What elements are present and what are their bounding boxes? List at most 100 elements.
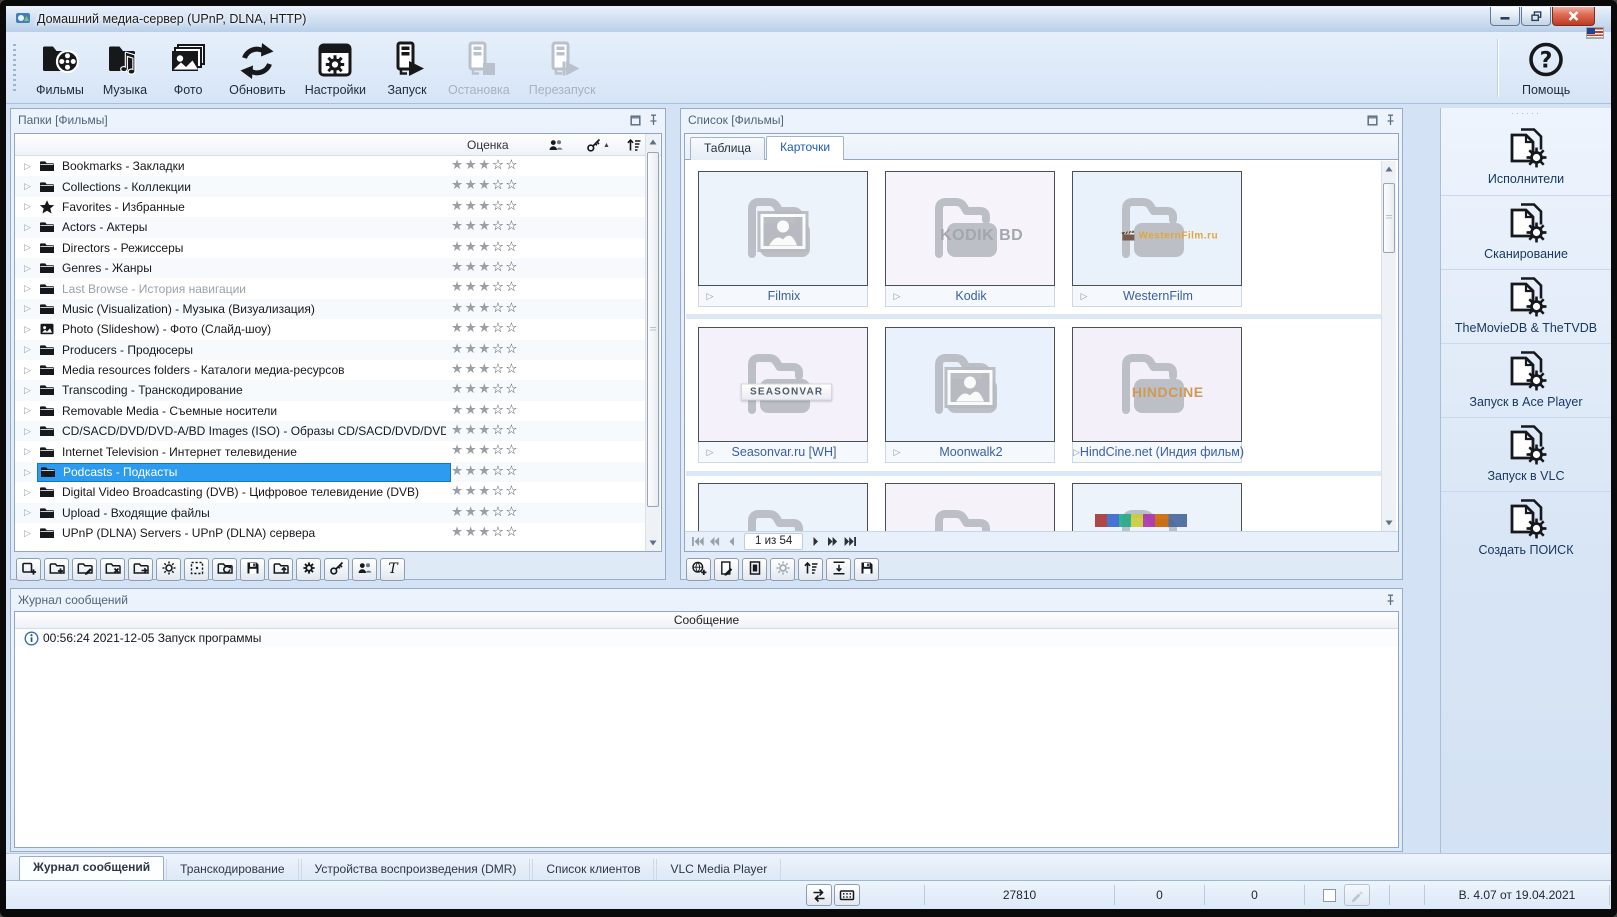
expand-arrow-icon[interactable]: ▷: [18, 263, 37, 274]
media-card[interactable]: ▷Moonwalk2: [885, 327, 1055, 463]
folders-save-button[interactable]: [240, 558, 265, 581]
folder-tree-item[interactable]: ▷ Removable Media - Съемные носители ★★★…: [15, 401, 646, 421]
list-align-button[interactable]: [826, 558, 851, 581]
list-edit-button[interactable]: [714, 558, 739, 581]
folders-list-header[interactable]: Оценка ▲: [15, 134, 661, 156]
rating-stars[interactable]: ★★★☆☆: [451, 157, 519, 173]
list-tab-1[interactable]: Карточки: [766, 136, 844, 160]
expand-arrow-icon[interactable]: ▷: [18, 487, 37, 498]
bottom-tab-3[interactable]: Список клиентов: [532, 859, 654, 880]
folders-folder-move-button[interactable]: [128, 558, 153, 581]
folder-tree-item[interactable]: ▷ CD/SACD/DVD/DVD-A/BD Images (ISO) - Об…: [15, 421, 646, 441]
log-row[interactable]: 00:56:24 2021-12-05 Запуск программы: [15, 629, 1398, 647]
bottom-tab-1[interactable]: Транскодирование: [166, 859, 298, 880]
card-expand-arrow-icon[interactable]: ▷: [886, 291, 908, 302]
expand-arrow-icon[interactable]: ▷: [18, 161, 37, 172]
pin-icon[interactable]: [648, 114, 659, 126]
rating-stars[interactable]: ★★★☆☆: [451, 422, 519, 438]
rating-stars[interactable]: ★★★☆☆: [451, 442, 519, 458]
toolbar-button-server-start[interactable]: Запуск: [377, 35, 437, 99]
folder-tree-item[interactable]: ▷ Transcoding - Транскодирование ★★★☆☆: [15, 380, 646, 400]
scroll-thumb[interactable]: [647, 152, 659, 507]
rating-stars[interactable]: ★★★☆☆: [451, 279, 519, 295]
expand-arrow-icon[interactable]: ▷: [18, 426, 37, 437]
toolbar-button-photo-stack[interactable]: Фото: [158, 35, 218, 99]
folders-folder-remove-button[interactable]: [100, 558, 125, 581]
folder-tree-item[interactable]: ▷ Digital Video Broadcasting (DVB) - Циф…: [15, 482, 646, 502]
cards-scrollbar[interactable]: [1381, 161, 1396, 531]
media-card-partial[interactable]: [698, 483, 868, 533]
folder-tree-item[interactable]: ▷ Podcasts - Подкасты ★★★☆☆: [15, 462, 646, 482]
rating-stars[interactable]: ★★★☆☆: [451, 381, 519, 397]
rating-stars[interactable]: ★★★☆☆: [451, 463, 519, 479]
folders-settings-gear-button[interactable]: [296, 558, 321, 581]
maximize-panel-icon[interactable]: [1367, 115, 1378, 126]
media-card[interactable]: ▷Filmix: [698, 171, 868, 307]
toolbar-grip[interactable]: [13, 44, 16, 92]
list-tab-0[interactable]: Таблица: [690, 137, 765, 160]
page-next-button[interactable]: [807, 534, 824, 550]
expand-arrow-icon[interactable]: ▷: [18, 507, 37, 518]
sidebar-drag-handle[interactable]: ······: [1441, 108, 1611, 121]
folders-font-button[interactable]: T: [380, 558, 405, 581]
expand-arrow-icon[interactable]: ▷: [18, 528, 37, 539]
media-card[interactable]: WesternFilm.ru ▷WesternFilm: [1072, 171, 1242, 307]
folder-tree-item[interactable]: ▷ Favorites - Избранные ★★★☆☆: [15, 197, 646, 217]
list-page-button[interactable]: [742, 558, 767, 581]
pin-icon[interactable]: [1385, 594, 1396, 606]
folder-tree-item[interactable]: ▷ Directors - Режиссеры ★★★☆☆: [15, 238, 646, 258]
minimize-button[interactable]: [1490, 7, 1520, 26]
rating-stars[interactable]: ★★★☆☆: [451, 239, 519, 255]
scroll-up-button[interactable]: [1382, 162, 1396, 176]
expand-arrow-icon[interactable]: ▷: [18, 181, 37, 192]
expand-arrow-icon[interactable]: ▷: [18, 344, 37, 355]
media-card[interactable]: HINDCINE ▷HindCine.net (Индия фильм): [1072, 327, 1242, 463]
sidebar-action-1[interactable]: Сканирование: [1441, 195, 1611, 269]
expand-arrow-icon[interactable]: ▷: [18, 365, 37, 376]
message-column-header[interactable]: Сообщение: [15, 612, 1398, 629]
remote-keypad-button[interactable]: [834, 884, 860, 906]
media-card-partial[interactable]: [885, 483, 1055, 533]
pin-icon[interactable]: [1385, 114, 1396, 126]
expand-arrow-icon[interactable]: ▷: [18, 283, 37, 294]
expand-arrow-icon[interactable]: ▷: [18, 446, 37, 457]
folder-tree-item[interactable]: ▷ Actors - Актеры ★★★☆☆: [15, 217, 646, 237]
folder-tree-item[interactable]: ▷ Last Browse - История навигации ★★★☆☆: [15, 278, 646, 298]
toolbar-button-films-folder[interactable]: Фильмы: [28, 35, 92, 99]
rating-stars[interactable]: ★★★☆☆: [451, 259, 519, 275]
list-web-add-button[interactable]: [686, 558, 711, 581]
bottom-tab-0[interactable]: Журнал сообщений: [19, 856, 164, 880]
rating-stars[interactable]: ★★★☆☆: [451, 504, 519, 520]
list-save-button[interactable]: [854, 558, 879, 581]
folders-selection-button[interactable]: [184, 558, 209, 581]
close-button[interactable]: [1552, 7, 1595, 26]
expand-arrow-icon[interactable]: ▷: [18, 242, 37, 253]
rating-stars[interactable]: ★★★☆☆: [451, 198, 519, 214]
sidebar-action-3[interactable]: Запуск в Ace Player: [1441, 343, 1611, 417]
rating-stars[interactable]: ★★★☆☆: [451, 177, 519, 193]
scroll-down-button[interactable]: [1382, 516, 1396, 530]
media-card-partial[interactable]: [1072, 483, 1242, 533]
folder-tree-item[interactable]: ▷ Photo (Slideshow) - Фото (Слайд-шоу) ★…: [15, 319, 646, 339]
rating-stars[interactable]: ★★★☆☆: [451, 402, 519, 418]
media-card[interactable]: KODIK BD ▷Kodik: [885, 171, 1055, 307]
folders-scrollbar[interactable]: [645, 134, 660, 551]
folders-folder-refresh-button[interactable]: [212, 558, 237, 581]
maximize-panel-icon[interactable]: [630, 115, 641, 126]
card-expand-arrow-icon[interactable]: ▷: [699, 447, 721, 458]
folder-tree-item[interactable]: ▷ Music (Visualization) - Музыка (Визуал…: [15, 299, 646, 319]
sidebar-action-4[interactable]: Запуск в VLC: [1441, 417, 1611, 491]
list-brightness-button[interactable]: [770, 558, 795, 581]
sidebar-action-0[interactable]: Исполнители: [1441, 121, 1611, 195]
users-filter-icon[interactable]: [548, 137, 564, 153]
folders-folder-add-button[interactable]: [44, 558, 69, 581]
folders-resource-add-button[interactable]: [16, 558, 41, 581]
rating-stars[interactable]: ★★★☆☆: [451, 320, 519, 336]
folder-tree-item[interactable]: ▷ Bookmarks - Закладки ★★★☆☆: [15, 156, 646, 176]
sidebar-action-2[interactable]: TheMovieDB & TheTVDB: [1441, 269, 1611, 343]
expand-arrow-icon[interactable]: ▷: [18, 385, 37, 396]
rating-stars[interactable]: ★★★☆☆: [451, 361, 519, 377]
bottom-tab-4[interactable]: VLC Media Player: [656, 859, 781, 880]
toolbar-button-refresh-arrows[interactable]: Обновить: [221, 35, 294, 99]
sort-icon[interactable]: [626, 137, 642, 153]
